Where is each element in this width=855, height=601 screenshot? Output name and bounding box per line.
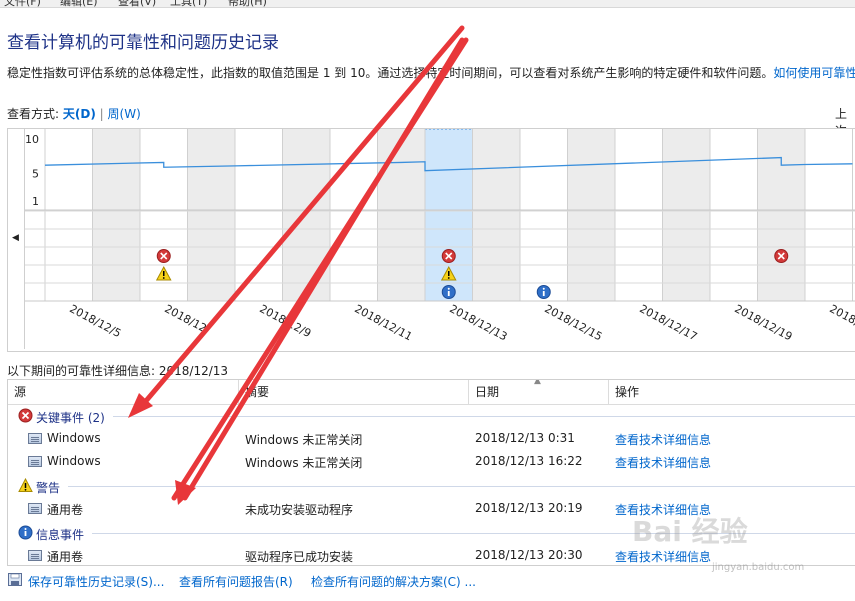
watermark-logo: Bai 经验: [632, 515, 748, 548]
cell-date: 2018/12/13 20:19: [475, 501, 583, 515]
day-column: [472, 129, 520, 301]
x-tick-label: 2018/12/15: [542, 302, 604, 343]
reliability-chart[interactable]: ◀ 10 5 1 2018/12/5 2018/12/2018/12/9 2018/12/…: [7, 128, 855, 352]
view-day-link[interactable]: 天(D): [63, 107, 96, 121]
cell-date: 2018/12/13 20:30: [475, 548, 583, 562]
save-icon: [8, 573, 22, 586]
day-column: [805, 129, 853, 301]
cell-date: 2018/12/13 16:22: [475, 454, 583, 468]
cell-date: 2018/12/13 0:31: [475, 431, 575, 445]
group-label: 关键事件 (2): [36, 411, 105, 425]
day-column: [45, 129, 93, 301]
group-critical[interactable]: 关键事件 (2): [8, 406, 855, 426]
window-icon: [28, 550, 42, 561]
cell-source: 通用卷: [47, 550, 84, 564]
view-by-label: 查看方式:: [7, 107, 60, 121]
description-text: 稳定性指数可评估系统的总体稳定性，此指数的取值范围是 1 到 10。通过选择特定…: [7, 66, 774, 80]
cell-source: Windows: [47, 454, 101, 468]
x-tick-label: 2018/12/17: [637, 302, 699, 343]
information-event-dot: [447, 287, 450, 290]
watermark-url: jingyan.baidu.com: [712, 562, 805, 573]
day-column: [235, 129, 283, 301]
day-column: [662, 129, 710, 301]
x-tick-label: 2018/12/: [162, 302, 212, 337]
day-column: [330, 129, 378, 301]
day-column: [377, 129, 425, 301]
day-column: [567, 129, 615, 301]
day-column: [520, 129, 568, 301]
table-row[interactable]: Windows Windows 未正常关闭 2018/12/13 16:22 查看技术…: [8, 451, 855, 473]
sort-ascending-icon: ▲: [534, 379, 541, 386]
description: 稳定性指数可评估系统的总体稳定性，此指数的取值范围是 1 到 10。通过选择特定…: [7, 64, 855, 81]
chart-canvas[interactable]: 10 5 1 2018/12/5 2018/12/2018/12/9 2018/12/11…: [25, 129, 855, 349]
column-summary[interactable]: 摘要: [239, 380, 469, 404]
group-label: 警告: [36, 481, 61, 495]
group-divider: [113, 416, 855, 417]
window-icon: [28, 433, 42, 444]
y-tick-label: 10: [25, 133, 39, 146]
x-tick-label: 2018/12/11: [352, 302, 414, 343]
x-tick-label: 2018/12/5: [67, 302, 123, 340]
menu-edit[interactable]: 编辑(E): [60, 0, 98, 7]
x-tick-label: 2018/12/: [827, 302, 855, 337]
window-icon: [28, 456, 42, 467]
information-icon: [18, 525, 33, 540]
column-source[interactable]: 源: [8, 380, 239, 404]
view-technical-details-link[interactable]: 查看技术详细信息: [615, 548, 711, 565]
group-label: 信息事件: [36, 528, 85, 542]
y-tick-label: 5: [32, 167, 39, 180]
details-period-label: 以下期间的可靠性详细信息: 2018/12/13: [7, 364, 229, 378]
cell-summary: Windows 未正常关闭: [245, 433, 363, 447]
save-history-link[interactable]: 保存可靠性历史记录(S)...: [28, 573, 164, 590]
menu-view[interactable]: 查看(V): [118, 0, 156, 7]
help-link[interactable]: 如何使用可靠性: [773, 66, 855, 80]
warning-event-dot: [162, 277, 165, 279]
chart-scroll-left[interactable]: ◀: [8, 129, 25, 349]
warning-icon: [18, 477, 33, 493]
menu-file[interactable]: 文件(F): [4, 0, 41, 7]
view-all-reports-link[interactable]: 查看所有问题报告(R): [179, 573, 293, 590]
cell-summary: Windows 未正常关闭: [245, 456, 363, 470]
chevron-left-icon: ◀: [12, 233, 19, 243]
day-column: [92, 129, 140, 301]
view-technical-details-link[interactable]: 查看技术详细信息: [615, 431, 711, 448]
day-column: [282, 129, 330, 301]
cell-source: 通用卷: [47, 503, 84, 517]
group-divider: [68, 486, 855, 487]
table-header: 源 摘要 日期 ▲ 操作: [8, 380, 855, 405]
information-event-mark: [542, 291, 545, 296]
table-row[interactable]: Windows Windows 未正常关闭 2018/12/13 0:31 查看技术详…: [8, 428, 855, 450]
view-by: 查看方式: 天(D) | 周(W): [7, 105, 141, 122]
cell-summary: 未成功安装驱动程序: [245, 503, 354, 517]
critical-icon: [18, 408, 33, 423]
y-tick-label: 1: [32, 195, 39, 208]
page-title: 查看计算机的可靠性和问题历史记录: [7, 33, 279, 53]
column-action[interactable]: 操作: [609, 380, 855, 404]
check-solutions-link[interactable]: 检查所有问题的解决方案(C) ...: [311, 573, 476, 590]
day-column: [710, 129, 758, 301]
x-tick-label: 2018/12/19: [732, 302, 794, 343]
group-warning[interactable]: 警告: [8, 476, 855, 496]
information-event-dot: [542, 287, 545, 290]
view-week-link[interactable]: 周(W): [108, 107, 141, 121]
x-tick-label: 2018/12/13: [447, 302, 509, 343]
x-tick-label: 2018/12/9: [257, 302, 313, 340]
day-column: [757, 129, 805, 301]
cell-source: Windows: [47, 431, 101, 445]
warning-event-dot: [447, 277, 450, 279]
day-column: [615, 129, 663, 301]
cell-summary: 驱动程序已成功安装: [245, 550, 354, 564]
menu-bar: 文件(F) 编辑(E) 查看(V) 工具(T) 帮助(H): [0, 0, 855, 8]
menu-help[interactable]: 帮助(H): [228, 0, 267, 7]
menu-tools[interactable]: 工具(T): [170, 0, 207, 7]
day-column: [187, 129, 235, 301]
view-separator: |: [99, 107, 104, 121]
information-event-mark: [447, 291, 450, 296]
view-technical-details-link[interactable]: 查看技术详细信息: [615, 454, 711, 471]
window-icon: [28, 503, 42, 514]
